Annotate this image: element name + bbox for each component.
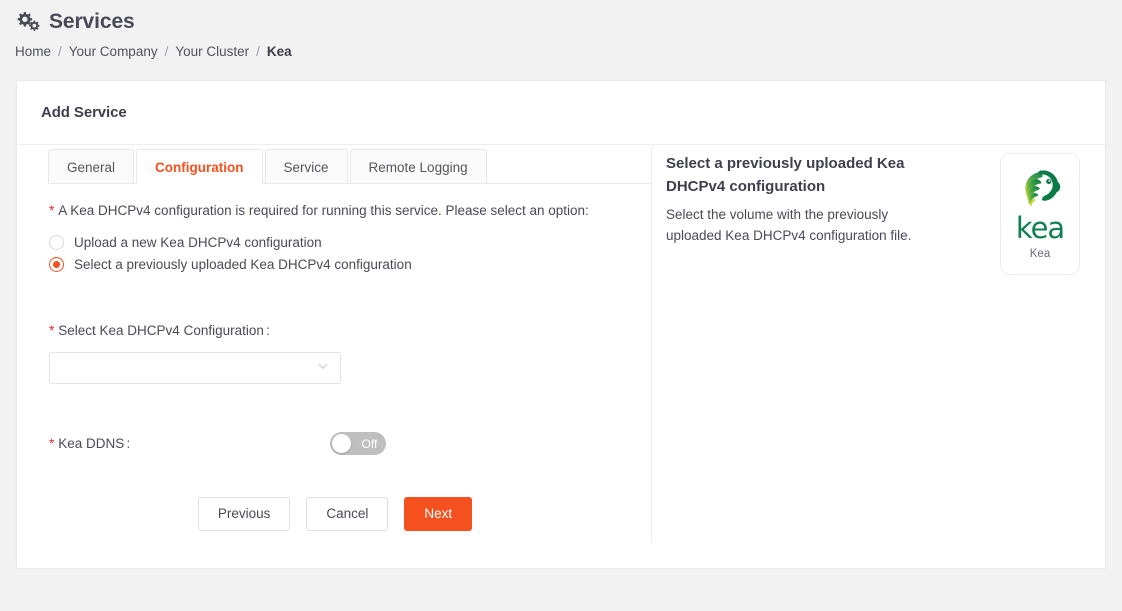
breadcrumb-separator: /	[58, 43, 62, 59]
add-service-card: Add Service General Configuration Servic…	[16, 80, 1106, 569]
radio-label-select-previous: Select a previously uploaded Kea DHCPv4 …	[74, 257, 412, 272]
card-title: Add Service	[41, 104, 127, 121]
next-button[interactable]: Next	[404, 497, 473, 532]
config-prompt: A Kea DHCPv4 configuration is required f…	[58, 203, 589, 218]
radio-option-upload-new[interactable]: Upload a new Kea DHCPv4 configuration	[49, 232, 651, 253]
kea-ddns-label: * Kea DDNS :	[49, 436, 130, 451]
tab-configuration[interactable]: Configuration	[136, 149, 263, 184]
select-config-label-text: Select Kea DHCPv4 Configuration :	[58, 323, 270, 338]
previous-button[interactable]: Previous	[197, 497, 291, 532]
kea-ddns-field: * Kea DDNS : Off	[49, 432, 651, 455]
cancel-button[interactable]: Cancel	[306, 497, 389, 532]
breadcrumb-item-home[interactable]: Home	[15, 44, 51, 59]
wizard-button-row: Previous Cancel Next	[49, 497, 651, 532]
kea-wordmark: kea	[1015, 211, 1065, 245]
page-title: Services	[49, 9, 135, 33]
radio-icon-unchecked[interactable]	[49, 235, 64, 250]
help-title: Select a previously uploaded Kea DHCPv4 …	[666, 155, 905, 195]
radio-icon-checked[interactable]	[49, 257, 64, 272]
kea-logo-card: kea Kea	[1000, 153, 1080, 275]
form-pane: General Configuration Service Remote Log…	[17, 145, 651, 550]
toggle-knob	[332, 434, 352, 453]
breadcrumb-item-your-company[interactable]: Your Company	[69, 44, 158, 59]
radio-option-select-previous[interactable]: Select a previously uploaded Kea DHCPv4 …	[49, 254, 651, 275]
required-marker: *	[49, 323, 55, 338]
tab-remote-logging[interactable]: Remote Logging	[349, 149, 487, 184]
toggle-state-label: Off	[361, 436, 378, 451]
tab-bar: General Configuration Service Remote Log…	[48, 145, 651, 184]
help-pane: Select a previously uploaded Kea DHCPv4 …	[652, 145, 1105, 550]
page-header: Services	[0, 0, 1122, 36]
kea-parrot-icon	[1018, 167, 1062, 214]
help-text-block: Select a previously uploaded Kea DHCPv4 …	[666, 153, 936, 247]
gears-icon	[16, 10, 40, 32]
radio-label-upload-new: Upload a new Kea DHCPv4 configuration	[74, 235, 322, 250]
chevron-down-icon	[317, 359, 329, 377]
select-config-dropdown[interactable]	[49, 352, 341, 384]
breadcrumb-separator: /	[164, 43, 169, 59]
breadcrumb: Home / Your Company / Your Cluster / Kea	[0, 36, 1122, 66]
breadcrumb-item-your-cluster[interactable]: Your Cluster	[175, 44, 249, 59]
breadcrumb-separator: /	[256, 43, 260, 59]
kea-ddns-label-text: Kea DDNS :	[58, 436, 131, 451]
kea-logo-caption: Kea	[1029, 247, 1051, 260]
select-config-label: * Select Kea DHCPv4 Configuration :	[49, 323, 651, 338]
required-marker: *	[49, 203, 55, 218]
card-body: General Configuration Service Remote Log…	[17, 145, 1105, 550]
tab-service[interactable]: Service	[264, 149, 348, 184]
kea-ddns-toggle[interactable]: Off	[330, 432, 387, 455]
config-source-radio-group: Upload a new Kea DHCPv4 configuration Se…	[49, 232, 651, 275]
select-config-field: * Select Kea DHCPv4 Configuration :	[49, 323, 651, 384]
required-marker: *	[49, 436, 55, 451]
config-prompt-row: * A Kea DHCPv4 configuration is required …	[49, 202, 651, 220]
tab-general[interactable]: General	[48, 149, 135, 184]
configuration-form: * A Kea DHCPv4 configuration is required …	[30, 185, 651, 532]
help-body: Select the volume with the previously up…	[666, 207, 912, 243]
breadcrumb-item-kea: Kea	[266, 43, 292, 59]
